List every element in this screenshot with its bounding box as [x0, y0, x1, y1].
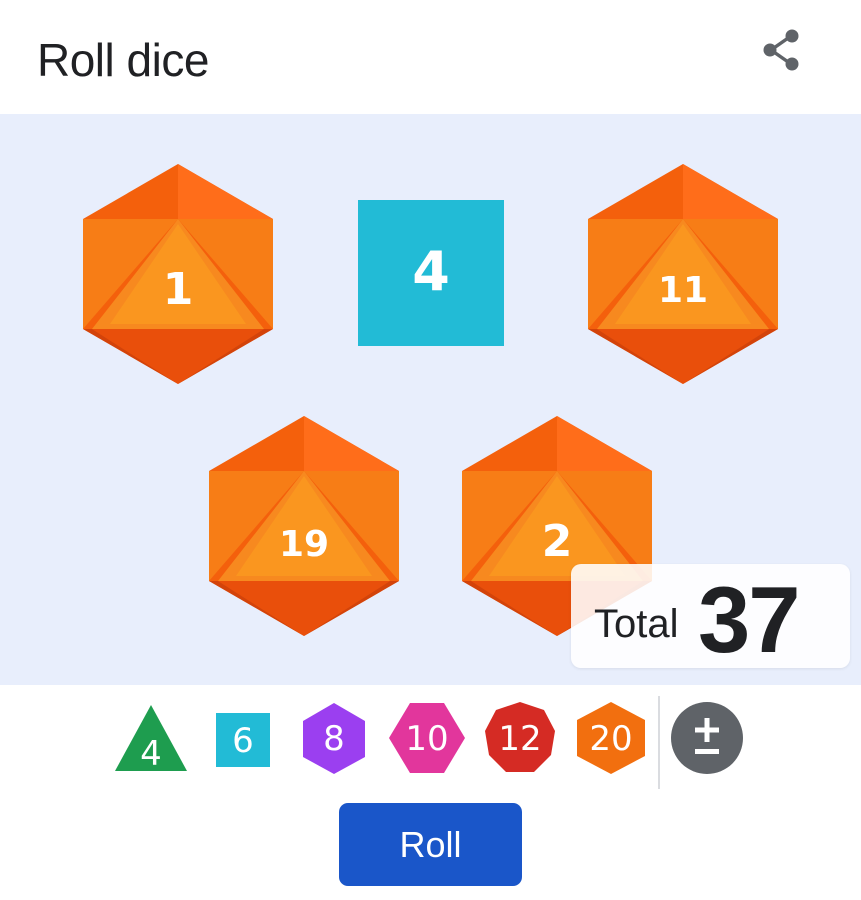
d20-die: 19: [208, 416, 400, 636]
add-d4-button[interactable]: 4: [114, 701, 188, 775]
die-value: 1: [162, 264, 194, 315]
add-d20-button[interactable]: 20: [576, 701, 646, 775]
share-icon[interactable]: [758, 26, 806, 74]
roll-button[interactable]: Roll: [339, 803, 522, 886]
picker-divider: [658, 696, 660, 789]
total-label: Total: [594, 602, 679, 646]
die-value: 2: [541, 516, 573, 567]
d10-label: 10: [405, 719, 449, 759]
die-value: 4: [412, 240, 450, 303]
d6-die: 4: [358, 200, 504, 346]
d4-label: 4: [140, 734, 162, 774]
add-d8-button[interactable]: 8: [302, 701, 366, 775]
dice-picker: 4 6 8 10 12 20: [0, 685, 861, 790]
d12-label: 12: [498, 719, 542, 759]
add-d6-button[interactable]: 6: [216, 701, 270, 775]
total-panel: Total 37: [571, 564, 850, 672]
page-title: Roll dice: [37, 34, 209, 86]
add-d10-button[interactable]: 10: [388, 701, 466, 775]
add-d12-button[interactable]: 12: [484, 701, 556, 775]
d20-die: 11: [587, 164, 779, 384]
d8-label: 8: [323, 719, 345, 759]
d20-die: 1: [82, 164, 274, 384]
app-header: Roll dice: [0, 0, 861, 114]
d20-label: 20: [589, 719, 633, 759]
total-value: 37: [698, 567, 801, 672]
d6-label: 6: [232, 721, 254, 761]
plus-minus-icon[interactable]: [670, 701, 744, 775]
die-value: 11: [657, 270, 709, 311]
dice-tray: 1 4 11 19 2 Total 37: [0, 114, 861, 685]
die-value: 19: [278, 524, 330, 565]
